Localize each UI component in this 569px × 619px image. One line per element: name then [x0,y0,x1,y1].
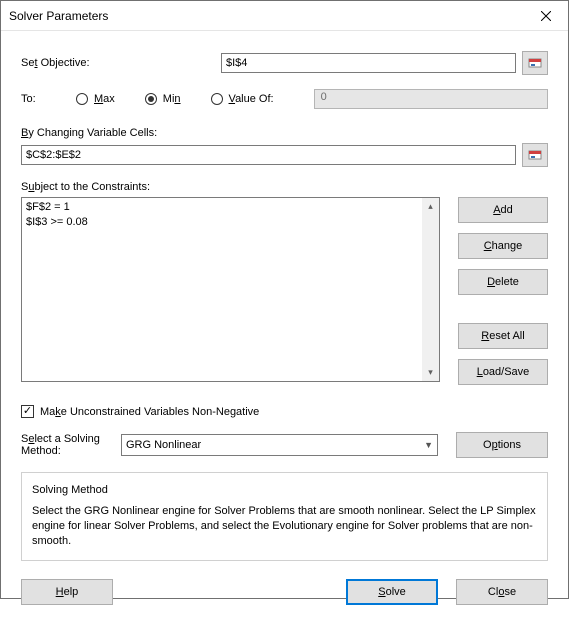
value-of-input: 0 [314,89,548,109]
groupbox-title: Solving Method [32,483,537,498]
solving-method-label: Select a Solving Method: [21,433,121,457]
radio-icon [211,93,223,105]
help-button[interactable]: Help [21,579,113,605]
change-button[interactable]: Change [458,233,548,259]
scroll-up-icon: ▴ [422,198,439,215]
constraints-buttons: Add Change Delete Reset All Load/Save [458,197,548,395]
close-icon [541,11,551,21]
reset-all-button[interactable]: Reset All [458,323,548,349]
close-button[interactable]: Close [456,579,548,605]
radio-max[interactable]: Max [76,93,115,105]
constraints-area: $F$2 = 1 $I$3 >= 0.08 ▴ ▾ Add Change Del… [21,197,548,395]
delete-button[interactable]: Delete [458,269,548,295]
add-button[interactable]: Add [458,197,548,223]
to-label: To: [21,93,76,105]
solving-method-value: GRG Nonlinear [126,439,201,451]
radio-value-of[interactable]: Value Of: [211,93,274,105]
set-objective-label: Set Objective: [21,57,221,69]
window-title: Solver Parameters [9,9,108,23]
range-picker-icon [528,148,542,162]
solving-method-row: Select a Solving Method: GRG Nonlinear ▼… [21,432,548,458]
to-row: To: Max Min Value Of: 0 [21,89,548,109]
constraints-label: Subject to the Constraints: [21,181,548,193]
solver-parameters-dialog: { "window": { "title": "Solver Parameter… [0,0,569,599]
radio-icon [145,93,157,105]
changing-cells-label: By Changing Variable Cells: [21,127,548,139]
unconstrained-nonnegative-checkbox[interactable] [21,405,34,418]
radio-min[interactable]: Min [145,93,181,105]
close-window-button[interactable] [523,1,568,30]
radio-icon [76,93,88,105]
changing-cells-row [21,143,548,167]
range-picker-icon [528,56,542,70]
load-save-button[interactable]: Load/Save [458,359,548,385]
unconstrained-nonnegative-label: Make Unconstrained Variables Non-Negativ… [40,406,259,418]
constraint-item[interactable]: $F$2 = 1 [26,200,435,215]
groupbox-text: Select the GRG Nonlinear engine for Solv… [32,504,537,549]
solving-method-dropdown[interactable]: GRG Nonlinear ▼ [121,434,438,456]
solve-button[interactable]: Solve [346,579,438,605]
changing-cells-range-picker-button[interactable] [522,143,548,167]
chevron-down-icon: ▼ [424,440,433,450]
unconstrained-nonnegative-row: Make Unconstrained Variables Non-Negativ… [21,405,548,418]
title-bar: Solver Parameters [1,1,568,31]
set-objective-input[interactable] [221,53,516,73]
set-objective-row: Set Objective: [21,51,548,75]
scrollbar[interactable]: ▴ ▾ [422,198,439,381]
dialog-footer: Help Solve Close [1,569,568,619]
options-button[interactable]: Options [456,432,548,458]
objective-range-picker-button[interactable] [522,51,548,75]
scroll-down-icon: ▾ [422,364,439,381]
constraints-listbox[interactable]: $F$2 = 1 $I$3 >= 0.08 ▴ ▾ [21,197,440,382]
changing-cells-input[interactable] [21,145,516,165]
dialog-body: Set Objective: To: Max Min Value Of: [1,31,568,569]
solving-method-groupbox: Solving Method Select the GRG Nonlinear … [21,472,548,561]
constraint-item[interactable]: $I$3 >= 0.08 [26,215,435,230]
